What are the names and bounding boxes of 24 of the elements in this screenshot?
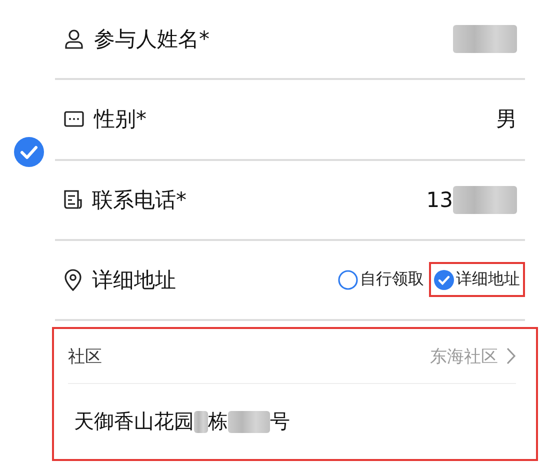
location-pin-icon: [64, 268, 82, 291]
radio-option[interactable]: 自行领取: [333, 262, 429, 298]
community-label: 社区: [68, 346, 102, 368]
address-text: 栋: [208, 408, 228, 435]
person-icon: [64, 29, 84, 50]
field-label: 联系电话*: [92, 186, 186, 214]
document-icon: [64, 190, 82, 210]
address-text: 天御香山花园: [74, 408, 194, 435]
field-label: 性别*: [94, 106, 146, 134]
field-value: 13: [426, 188, 453, 212]
message-icon: [64, 111, 84, 128]
blurred-mask: [194, 410, 208, 432]
field-label: 参与人姓名*: [94, 26, 210, 54]
chevron-right-icon[interactable]: [506, 347, 516, 365]
address-text: 号: [270, 408, 290, 435]
check-circle-icon[interactable]: [14, 137, 44, 167]
radio-empty-icon[interactable]: [338, 270, 358, 290]
field-value: 男: [496, 106, 517, 134]
radio-option[interactable]: 详细地址: [429, 262, 525, 298]
blurred-mask: [453, 186, 517, 214]
blurred-mask: [228, 410, 270, 432]
blurred-mask: [453, 25, 517, 54]
field-label: 详细地址: [92, 266, 176, 294]
radio-checked-icon[interactable]: [434, 270, 454, 290]
